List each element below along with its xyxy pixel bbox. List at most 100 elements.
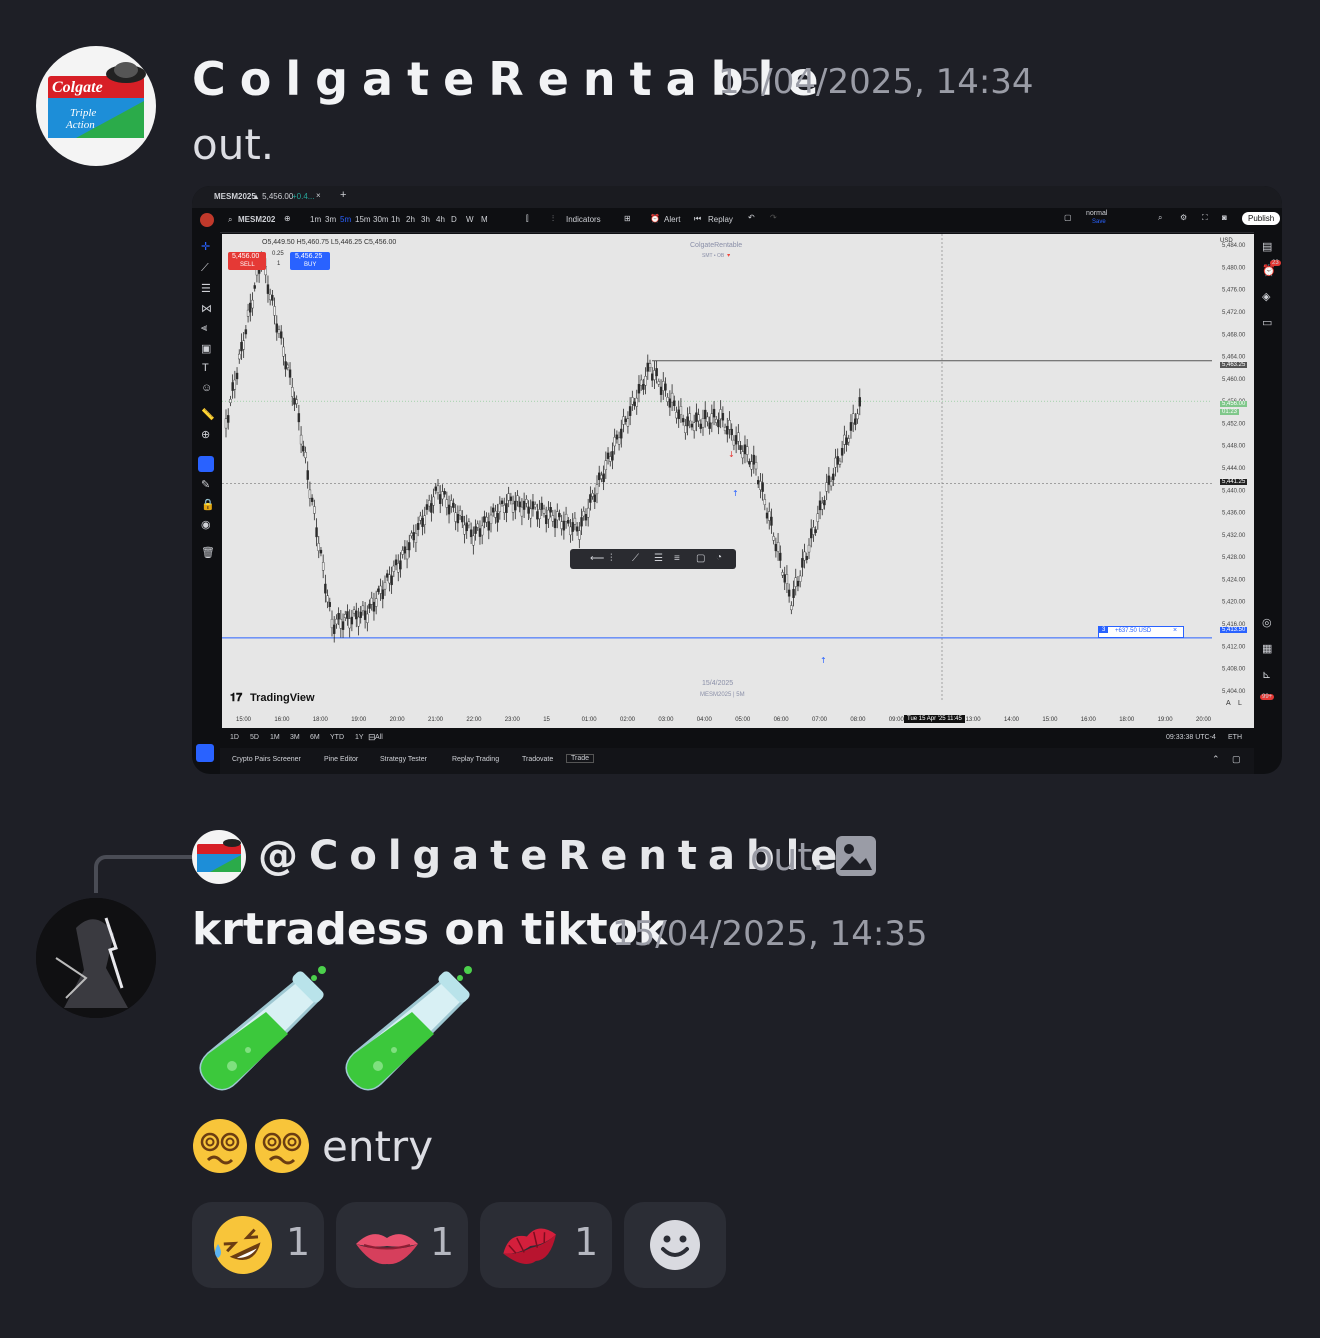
tv-crosshair-icon[interactable]: ✛ (201, 240, 210, 253)
tv-range-1m[interactable]: 1M (270, 734, 280, 741)
tv-timeframe-30m[interactable]: 30m (373, 215, 389, 224)
tv-lock-icon[interactable]: 🔒 (201, 498, 215, 511)
tv-layout-name[interactable]: normal (1086, 210, 1107, 217)
tv-dt-rect-icon[interactable]: ▢ (696, 553, 705, 564)
tv-dt-channel-icon[interactable]: ☰ (654, 553, 663, 564)
tv-watchlist-icon[interactable]: ▤ (1262, 240, 1272, 253)
tv-timeframe-2h[interactable]: 2h (406, 215, 415, 224)
tv-panel-tab-trade[interactable]: Trade (566, 754, 595, 763)
tv-timeframe-4h[interactable]: 4h (436, 215, 445, 224)
tv-symbol[interactable]: MESM202 (238, 215, 275, 224)
reaction-lips[interactable]: 1 (336, 1202, 468, 1288)
avatar-colgate[interactable]: Colgate Triple Action (36, 46, 156, 166)
tv-timeframe-1h[interactable]: 1h (391, 215, 400, 224)
tv-timeframe-D[interactable]: D (451, 215, 457, 224)
tv-eye-icon[interactable]: ◉ (201, 518, 211, 531)
tv-currency-select[interactable]: USD (1220, 238, 1233, 244)
tv-timeframe-3m[interactable]: 3m (325, 215, 336, 224)
tv-layouts-icon[interactable]: ⊞ (624, 214, 631, 223)
tv-profile-icon[interactable] (200, 213, 214, 227)
tv-range-6m[interactable]: 6M (310, 734, 320, 741)
tv-tab-close-icon[interactable]: × (316, 191, 321, 200)
add-reaction-button[interactable] (624, 1202, 726, 1288)
tv-alert-button[interactable]: Alert (664, 215, 680, 224)
tv-timeframe-3h[interactable]: 3h (421, 215, 430, 224)
tv-range-ytd[interactable]: YTD (330, 734, 344, 741)
tv-layout-square-icon[interactable]: ▢ (1064, 213, 1072, 222)
tv-date-range-icon[interactable]: ⊟ (368, 732, 376, 743)
tv-panel-tab-tradovate[interactable]: Tradovate (522, 756, 553, 763)
tv-timeframe-1m[interactable]: 1m (310, 215, 321, 224)
tv-dt-fib-icon[interactable]: ⫶ (610, 553, 613, 564)
tv-ruler-icon[interactable]: 📏 (201, 408, 215, 421)
tv-draw-mode-icon[interactable]: ✎ (201, 478, 210, 491)
tv-timeframe-M[interactable]: M (481, 215, 488, 224)
price-chart[interactable]: 5,484.00 5,480.00 5,476.00 5,472.00 5,468.00… (222, 234, 1254, 728)
tv-emoji-icon[interactable]: ☺ (201, 382, 212, 394)
tv-camera-icon[interactable]: ◙ (1222, 213, 1227, 222)
tv-text-icon[interactable]: T (202, 362, 209, 374)
tv-panel-collapse-icon[interactable]: ⌃ (1212, 754, 1220, 765)
tv-publish-button[interactable]: Publish (1242, 212, 1281, 225)
tv-position-tag[interactable]: 3 +637.50 USD × (1098, 626, 1184, 638)
tv-timeframe-W[interactable]: W (466, 215, 474, 224)
tv-panel-maximize-icon[interactable]: ▢ (1232, 754, 1241, 765)
tv-search-icon[interactable]: ⌕ (228, 215, 232, 225)
tv-panel-tab-pine-editor[interactable]: Pine Editor (324, 756, 358, 763)
tv-pattern-icon[interactable]: ⋈ (201, 302, 212, 315)
tv-strategy-icon[interactable]: ⊾ (1262, 668, 1271, 681)
tv-panel-tab-crypto-pairs-screener[interactable]: Crypto Pairs Screener (232, 756, 301, 763)
tv-trash-icon[interactable]: 🗑 (201, 546, 215, 559)
tv-undo-icon[interactable]: ↶ (748, 213, 755, 222)
tv-shape-icon[interactable]: ▣ (201, 342, 211, 355)
tv-position-close-icon[interactable]: × (1173, 627, 1177, 634)
tv-buy-button[interactable]: 5,456.25 BUY (290, 252, 330, 270)
reaction-laughing[interactable]: 1 (192, 1202, 324, 1288)
tv-chat-icon[interactable]: ▭ (1262, 316, 1272, 329)
tv-indicators-button[interactable]: Indicators (566, 215, 601, 224)
tv-trendline-icon[interactable]: ⟋ (201, 262, 209, 275)
tv-dt-trend-icon[interactable]: ⟋ (632, 553, 639, 564)
tv-prediction-icon[interactable]: ⫷ (201, 322, 207, 335)
tv-dt-more-icon[interactable]: ◔ (716, 552, 722, 563)
tv-magnet-icon[interactable] (198, 456, 214, 472)
tv-fib-icon[interactable]: ☰ (201, 282, 211, 295)
message-username[interactable]: krtradess on tiktok (192, 904, 667, 955)
tv-redo-icon[interactable]: ↷ (770, 213, 777, 222)
tv-replay-button[interactable]: Replay (708, 215, 733, 224)
tv-calendar-icon[interactable]: ▦ (1262, 642, 1272, 655)
tv-zoom-icon[interactable]: ⊕ (201, 428, 210, 441)
tv-range-5d[interactable]: 5D (250, 734, 259, 741)
reply-avatar[interactable] (192, 830, 246, 884)
tv-chart-area[interactable]: 5,484.00 5,480.00 5,476.00 5,472.00 5,468.00… (222, 234, 1254, 728)
tv-dt-line-icon[interactable]: ⟵ (590, 553, 604, 564)
tv-session[interactable]: ETH (1228, 734, 1242, 741)
reaction-kiss[interactable]: 1 (480, 1202, 612, 1288)
tv-chart-type-icon[interactable]: ⫿ (526, 214, 529, 224)
tv-new-tab-icon[interactable]: + (340, 189, 346, 201)
reply-preview-text[interactable]: out. (750, 835, 824, 879)
tv-timeframe-5m[interactable]: 5m (340, 215, 351, 224)
tv-quick-search-icon[interactable]: ⌕ (1158, 213, 1162, 223)
tv-log-scale[interactable]: L (1238, 700, 1242, 707)
tv-range-1y[interactable]: 1Y (355, 734, 364, 741)
tv-tab-title[interactable]: MESM2025 (214, 192, 256, 201)
tv-layers-icon[interactable]: ◈ (1262, 290, 1270, 303)
tv-add-symbol-icon[interactable]: ⊕ (284, 214, 291, 223)
tv-layout-corner-icon[interactable] (196, 744, 214, 762)
tv-range-all[interactable]: All (375, 734, 383, 741)
tv-panel-tab-strategy-tester[interactable]: Strategy Tester (380, 756, 427, 763)
tv-quantity[interactable]: 1 (277, 261, 280, 267)
avatar-krtradess[interactable] (36, 898, 156, 1018)
tv-settings-icon[interactable]: ⚙ (1180, 213, 1187, 222)
tv-range-1d[interactable]: 1D (230, 734, 239, 741)
tv-auto-scale[interactable]: A (1226, 700, 1231, 707)
tv-sell-button[interactable]: 5,456.00 SELL (228, 252, 266, 270)
tv-fullscreen-icon[interactable]: ⛶ (1202, 213, 1208, 223)
tv-target-icon[interactable]: ◎ (1262, 616, 1272, 629)
image-attachment[interactable]: MESM2025 ▲ 5,456.00 +0.4... × + ⌕ MESM20… (192, 186, 1282, 774)
tv-dt-list-icon[interactable]: ≡ (674, 553, 680, 564)
tv-panel-tab-replay-trading[interactable]: Replay Trading (452, 756, 499, 763)
tv-range-3m[interactable]: 3M (290, 734, 300, 741)
tv-timeframe-15m[interactable]: 15m (355, 215, 371, 224)
